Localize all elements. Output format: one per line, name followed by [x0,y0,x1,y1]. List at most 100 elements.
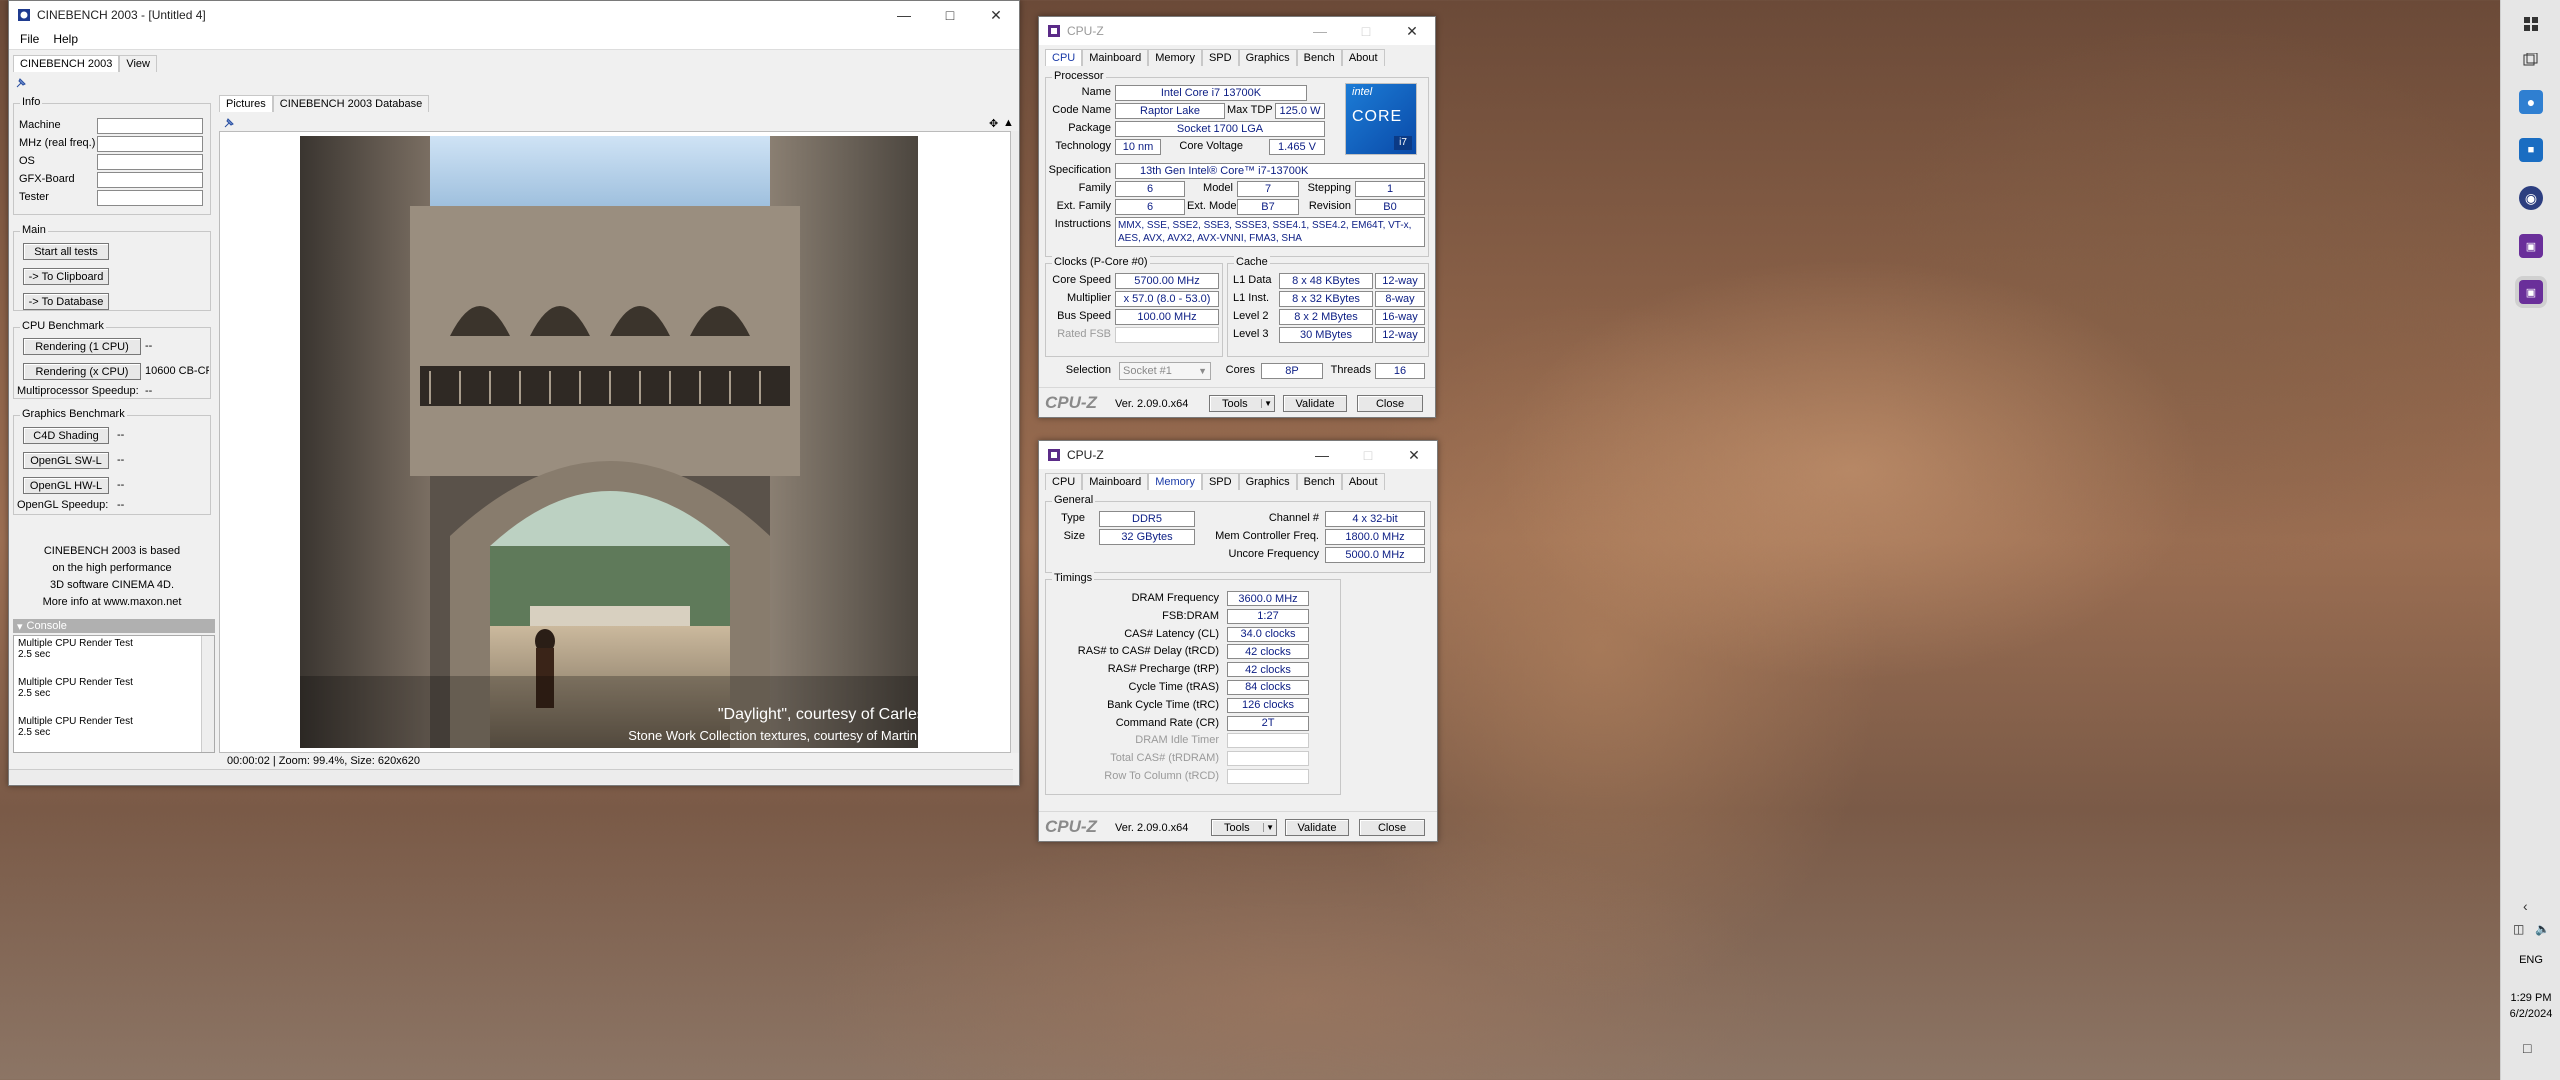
chevron-down-icon: ▼ [1261,399,1272,408]
memctrl-label: Mem Controller Freq. [1215,530,1319,542]
timing-value: 42 clocks [1227,644,1309,660]
maximize-button[interactable]: □ [1343,17,1389,45]
tab-view[interactable]: View [119,55,157,72]
tab-spd[interactable]: SPD [1201,473,1239,490]
console-log[interactable]: Multiple CPU Render Test 2.5 sec Multipl… [13,635,215,753]
viewer-canvas: "Daylight", courtesy of Carles Piles Sto… [219,131,1011,753]
notification-icon[interactable]: □ [2523,1040,2531,1056]
family-label: Family [1078,182,1111,194]
file-explorer-icon[interactable]: ■ [2519,138,2543,162]
minimize-button[interactable]: — [1299,441,1345,469]
tab-about[interactable]: About [1341,473,1385,490]
tab-about[interactable]: About [1341,49,1385,66]
rendering-single-cpu-result: -- [145,340,153,352]
close-button[interactable]: ✕ [1389,17,1435,45]
l3-field: 30 MBytes [1279,327,1373,343]
timing-row: Total CAS# (tRDRAM) [1047,751,1337,769]
close-button[interactable]: ✕ [1391,441,1437,469]
to-clipboard-button[interactable]: -> To Clipboard [23,268,109,285]
console-scrollbar[interactable] [201,636,214,752]
close-button[interactable]: ✕ [973,1,1019,29]
tools-button[interactable]: Tools ▼ [1209,395,1275,412]
os-input[interactable] [97,154,203,170]
cinebench-left-panel: Info Machine MHz (real freq.) OS GFX-Boa… [13,93,215,783]
clock-date[interactable]: 6/2/2024 [2501,1008,2560,1020]
opengl-swl-button[interactable]: OpenGL SW-L [23,452,109,469]
tab-cpu[interactable]: CPU [1045,473,1083,490]
mhz-input[interactable] [97,136,203,152]
tab-database[interactable]: CINEBENCH 2003 Database [272,95,430,112]
console-collapse-icon[interactable]: ▾ [17,620,23,633]
tester-input[interactable] [97,190,203,206]
to-database-button[interactable]: -> To Database [23,293,109,310]
rendering-single-cpu-button[interactable]: Rendering (1 CPU) [23,338,141,355]
pin-icon[interactable] [15,77,27,89]
opengl-hwl-button[interactable]: OpenGL HW-L [23,477,109,494]
status-bar: 00:00:02 | Zoom: 99.4%, Size: 620x620 [227,755,421,767]
start-all-tests-button[interactable]: Start all tests [23,243,109,260]
maximize-button[interactable]: □ [927,1,973,29]
rendering-multi-cpu-button[interactable]: Rendering (x CPU) [23,363,141,380]
tab-spd[interactable]: SPD [1201,49,1239,66]
cinebench-app-icon [18,9,30,21]
tab-bench[interactable]: Bench [1296,473,1342,490]
tab-graphics[interactable]: Graphics [1238,49,1297,66]
minimize-button[interactable]: — [881,1,927,29]
menu-help[interactable]: Help [46,32,85,46]
validate-button[interactable]: Validate [1285,819,1349,836]
tab-bench[interactable]: Bench [1296,49,1342,66]
corespeed-field: 5700.00 MHz [1115,273,1219,289]
tab-pictures[interactable]: Pictures [219,95,273,112]
tab-mainboard[interactable]: Mainboard [1082,49,1149,66]
mhz-label: MHz (real freq.) [19,137,96,149]
c4d-shading-button[interactable]: C4D Shading [23,427,109,444]
console-entry: Multiple CPU Render Test 2.5 sec [18,638,210,660]
tab-graphics[interactable]: Graphics [1238,473,1297,490]
edge-browser-icon[interactable]: ● [2519,90,2543,114]
tab-memory[interactable]: Memory [1148,49,1202,66]
tab-cpu[interactable]: CPU [1045,49,1083,66]
multiplier-label: Multiplier [1066,292,1111,304]
vertical-scrollbar[interactable] [1011,131,1019,753]
validate-button[interactable]: Validate [1283,395,1347,412]
timing-row: RAS# Precharge (tRP) 42 clocks [1047,662,1337,680]
close-dialog-button[interactable]: Close [1357,395,1423,412]
selection-dropdown[interactable]: Socket #1 ▼ [1119,362,1211,380]
l2-way-field: 16-way [1375,309,1425,325]
windows-start-icon[interactable] [2519,12,2543,36]
tools-button[interactable]: Tools ▼ [1211,819,1277,836]
tab-mainboard[interactable]: Mainboard [1082,473,1149,490]
clock-time[interactable]: 1:29 PM [2501,992,2560,1004]
triangle-icon[interactable]: ▲ [1003,117,1014,129]
viewer-pin-icon[interactable] [223,117,235,129]
move-icon[interactable]: ✥ [989,117,998,130]
console-entry-value: 2.5 sec [18,688,51,699]
task-view-icon[interactable] [2519,48,2543,72]
gfx-board-input[interactable] [97,172,203,188]
tab-cinebench[interactable]: CINEBENCH 2003 [13,55,120,72]
volume-icon[interactable]: 🔈 [2535,922,2550,936]
cpuz-cpu-titlebar[interactable]: CPU-Z — □ ✕ [1039,17,1435,45]
cinebench-titlebar[interactable]: CINEBENCH 2003 - [Untitled 4] — □ ✕ [9,1,1019,29]
horizontal-scrollbar[interactable] [9,769,1013,784]
cpuz-taskbar-icon-active[interactable]: ▣ [2519,280,2543,304]
machine-input[interactable] [97,118,203,134]
language-indicator[interactable]: ENG [2501,954,2560,966]
cinebench-taskbar-icon[interactable]: ◉ [2519,186,2543,210]
tab-memory[interactable]: Memory [1148,473,1202,490]
console-header[interactable]: ▾ Console [13,619,215,633]
package-label: Package [1068,122,1111,134]
minimize-button[interactable]: — [1297,17,1343,45]
cpuz-taskbar-icon[interactable]: ▣ [2519,234,2543,258]
info-group-label: Info [20,96,43,108]
maximize-button[interactable]: □ [1345,441,1391,469]
chevron-left-icon[interactable]: ‹ [2523,898,2528,914]
ogl-speedup-label: OpenGL Speedup: [17,499,109,511]
maxtdp-label: Max TDP [1227,104,1273,116]
size-label: Size [1063,530,1085,542]
network-icon[interactable]: ◫ [2513,922,2524,936]
close-dialog-button[interactable]: Close [1359,819,1425,836]
instructions-field: MMX, SSE, SSE2, SSE3, SSSE3, SSE4.1, SSE… [1115,217,1425,247]
cpuz-memory-titlebar[interactable]: CPU-Z — □ ✕ [1039,441,1437,469]
menu-file[interactable]: File [13,32,46,46]
